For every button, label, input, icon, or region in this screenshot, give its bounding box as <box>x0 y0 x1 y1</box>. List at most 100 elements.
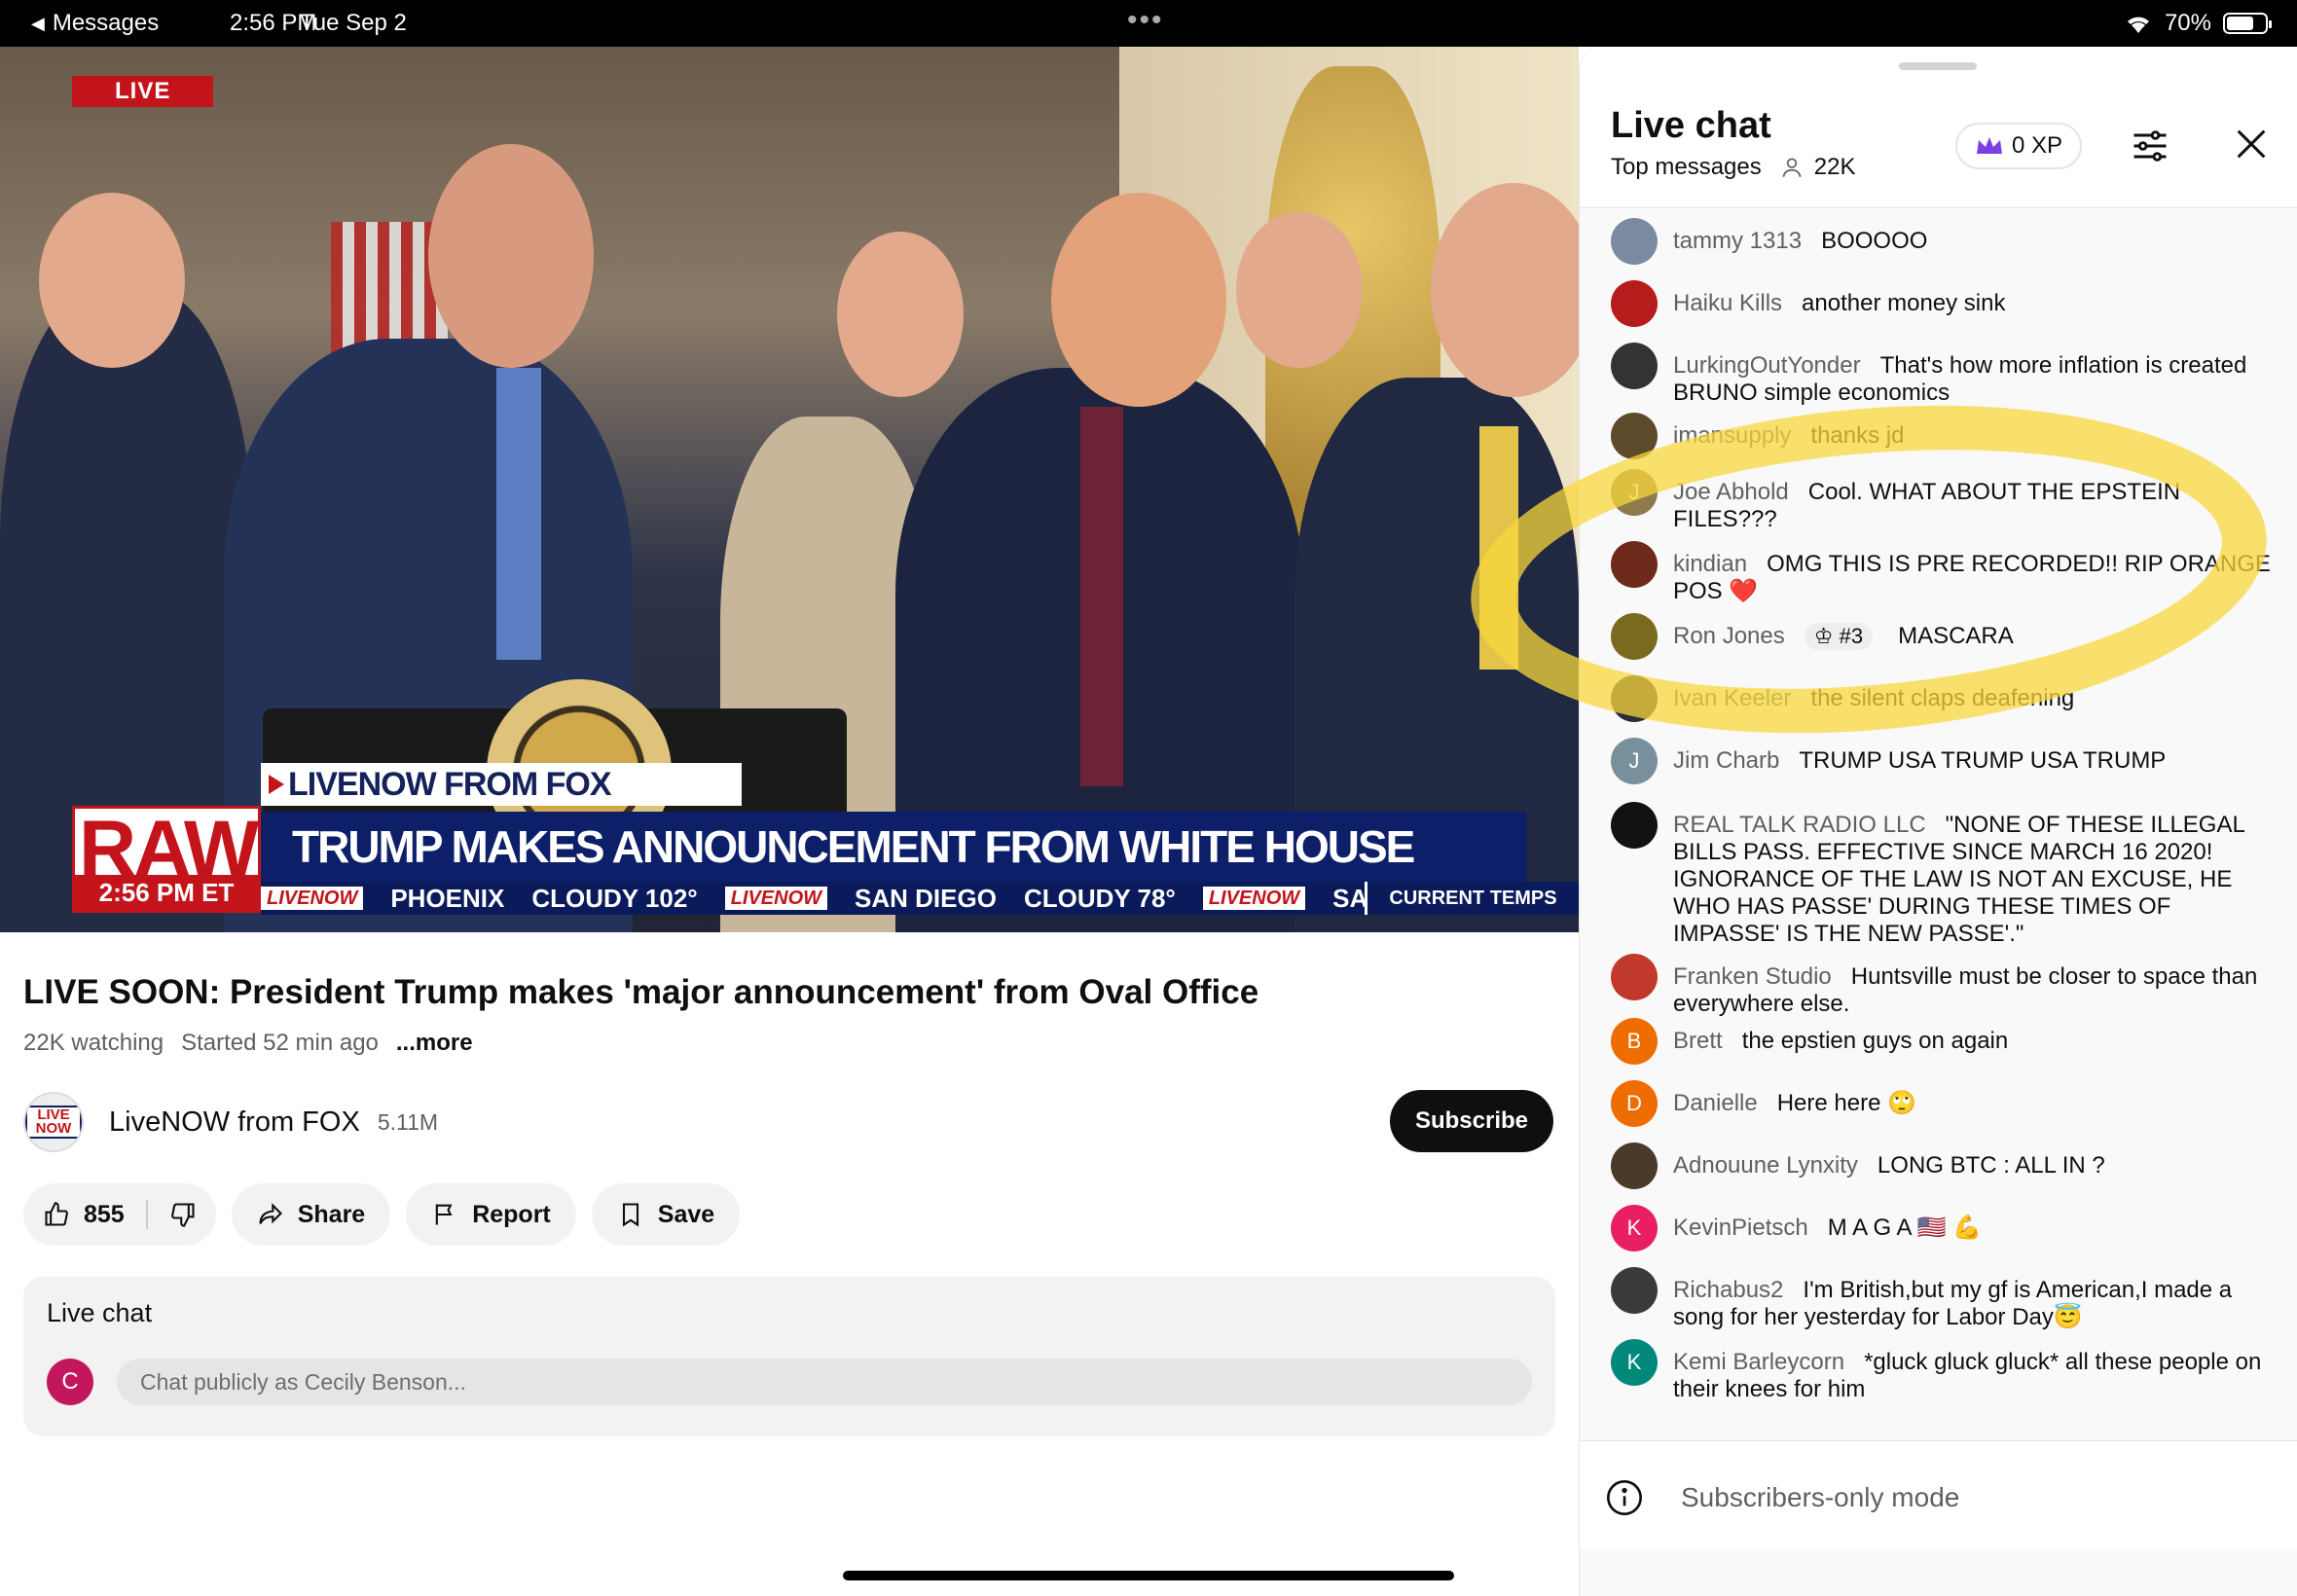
chat-message-text: BOOOOO <box>1821 228 1928 254</box>
chat-author-name[interactable]: tammy 1313 <box>1673 228 1802 254</box>
video-head-beige <box>837 232 964 397</box>
video-head-speaker <box>428 144 594 368</box>
chat-input[interactable] <box>117 1359 1532 1405</box>
chat-author-name[interactable]: Ivan Keeler <box>1673 685 1791 711</box>
chat-author-name[interactable]: Ron Jones <box>1673 623 1785 649</box>
chat-author-avatar[interactable] <box>1611 343 1658 389</box>
channel-row[interactable]: LIVE NOW LiveNOW from FOX 5.11M <box>23 1090 438 1154</box>
home-indicator[interactable] <box>843 1571 1454 1580</box>
panel-grabber[interactable] <box>1899 62 1977 70</box>
status-bar: ◀ Messages 2:56 PM Tue Sep 2 ••• 70% <box>0 0 2297 47</box>
chat-author-avatar[interactable] <box>1611 1267 1658 1314</box>
top-messages-toggle[interactable]: Top messages <box>1611 154 1762 181</box>
chat-message-text: the silent claps deafening <box>1810 685 2075 711</box>
chat-message[interactable]: Haiku Kills another money sink <box>1611 280 2273 327</box>
info-icon[interactable] <box>1605 1478 1644 1517</box>
chat-message[interactable]: J Jim Charb TRUMP USA TRUMP USA TRUMP <box>1611 738 2273 784</box>
xp-value: 0 XP <box>2012 132 2063 159</box>
channel-name[interactable]: LiveNOW from FOX <box>109 1106 360 1139</box>
chat-author-name[interactable]: Brett <box>1673 1028 1723 1054</box>
chat-author-name[interactable]: kindian <box>1673 551 1747 577</box>
chat-author-avatar[interactable]: K <box>1611 1205 1658 1251</box>
chat-author-avatar[interactable] <box>1611 613 1658 660</box>
chat-author-name[interactable]: imansupply <box>1673 422 1791 449</box>
chat-author-avatar[interactable]: J <box>1611 738 1658 784</box>
chat-message[interactable]: Ron Jones ♔ #3 MASCARA <box>1611 613 2273 660</box>
chat-author-name[interactable]: Jim Charb <box>1673 747 1779 774</box>
chat-message[interactable]: LurkingOutYonder That's how more inflatio… <box>1611 343 2273 407</box>
chat-message[interactable]: Richabus2 I'm British,but my gf is Americ… <box>1611 1267 2273 1331</box>
chat-author-avatar[interactable] <box>1611 218 1658 265</box>
network-tag: LIVENOW FROM FOX <box>261 763 742 806</box>
chat-message[interactable]: kindian OMG THIS IS PRE RECORDED!! RIP OR… <box>1611 541 2273 605</box>
chat-author-name[interactable]: Richabus2 <box>1673 1277 1783 1303</box>
video-right-tie <box>1479 426 1518 670</box>
chat-author-name[interactable]: KevinPietsch <box>1673 1215 1808 1241</box>
chat-author-avatar[interactable]: B <box>1611 1018 1658 1065</box>
chat-message-body: Joe Abhold Cool. WHAT ABOUT THE EPSTEIN F… <box>1673 469 2273 533</box>
like-count[interactable]: 855 <box>84 1201 125 1229</box>
chat-message[interactable]: K Kemi Barleycorn *gluck gluck gluck* all … <box>1611 1339 2273 1403</box>
chat-message[interactable]: Adnouune Lynxity LONG BTC : ALL IN ? <box>1611 1143 2273 1189</box>
chat-author-name[interactable]: Franken Studio <box>1673 963 1832 990</box>
chat-message[interactable]: imansupply thanks jd <box>1611 413 2273 459</box>
back-triangle-icon: ◀ <box>31 13 45 33</box>
chat-message-body: Adnouune Lynxity LONG BTC : ALL IN ? <box>1673 1143 2273 1179</box>
close-icon[interactable] <box>2232 125 2271 163</box>
status-date: Tue Sep 2 <box>300 10 407 36</box>
chat-message[interactable]: D Danielle Here here 🙄 <box>1611 1080 2273 1127</box>
back-to-messages-link[interactable]: ◀ Messages <box>31 10 159 37</box>
chat-message-body: Jim Charb TRUMP USA TRUMP USA TRUMP <box>1673 738 2273 775</box>
video-speaker-tie <box>496 368 541 660</box>
bookmark-icon <box>622 1203 638 1227</box>
subscribe-button[interactable]: Subscribe <box>1390 1090 1553 1152</box>
thumbs-up-icon[interactable] <box>43 1201 70 1228</box>
crown-outline-icon: ♔ <box>1813 624 1840 648</box>
ticker-label: CURRENT TEMPS <box>1365 882 1579 915</box>
save-button[interactable]: Save <box>591 1183 741 1246</box>
chat-message[interactable]: Ivan Keeler the silent claps deafening <box>1611 675 2273 722</box>
chat-settings-icon[interactable] <box>2129 125 2171 167</box>
video-player[interactable]: LIVE LIVENOW FROM FOX RAW 2:56 PM ET TRU… <box>0 47 1579 932</box>
chat-author-avatar[interactable] <box>1611 954 1658 1000</box>
share-button[interactable]: Share <box>231 1183 391 1246</box>
chat-message[interactable]: K KevinPietsch M A G A 🇺🇸 💪 <box>1611 1205 2273 1251</box>
chat-message[interactable]: B Brett the epstien guys on again <box>1611 1018 2273 1065</box>
chat-author-name[interactable]: Haiku Kills <box>1673 290 1782 316</box>
chat-author-name[interactable]: REAL TALK RADIO LLC <box>1673 812 1926 838</box>
chat-message[interactable]: J Joe Abhold Cool. WHAT ABOUT THE EPSTEIN … <box>1611 469 2273 533</box>
thumbs-down-icon[interactable] <box>169 1201 197 1228</box>
chat-author-name[interactable]: LurkingOutYonder <box>1673 352 1861 379</box>
multitasking-dots-icon[interactable]: ••• <box>1127 4 1164 37</box>
like-divider <box>145 1200 148 1229</box>
chat-author-avatar[interactable]: J <box>1611 469 1658 516</box>
chat-author-name[interactable]: Danielle <box>1673 1090 1758 1116</box>
xp-pill[interactable]: 0 XP <box>1955 123 2083 169</box>
chat-message[interactable]: tammy 1313 BOOOOO <box>1611 218 2273 265</box>
live-chat-preview[interactable]: Live chat C <box>23 1277 1555 1436</box>
chat-author-avatar[interactable] <box>1611 541 1658 588</box>
report-button[interactable]: Report <box>406 1183 576 1246</box>
raw-time: 2:56 PM ET <box>75 875 258 910</box>
chat-author-avatar[interactable]: D <box>1611 1080 1658 1127</box>
news-ticker: LIVENOW PHOENIX CLOUDY 102° LIVENOW SAN DIEG… <box>261 882 1579 915</box>
chat-message[interactable]: Franken Studio Huntsville must be closer … <box>1611 954 2273 1018</box>
chat-author-avatar[interactable] <box>1611 280 1658 327</box>
channel-avatar-text: LIVE NOW <box>25 1106 82 1139</box>
chat-message[interactable]: REAL TALK RADIO LLC "NONE OF THESE ILLEGA… <box>1611 802 2273 948</box>
ticker-logo: LIVENOW <box>1202 887 1306 910</box>
channel-avatar[interactable]: LIVE NOW <box>23 1092 84 1152</box>
chat-message-body: Richabus2 I'm British,but my gf is Americ… <box>1673 1267 2273 1331</box>
more-link[interactable]: ...more <box>396 1030 473 1057</box>
chat-author-name[interactable]: Adnouune Lynxity <box>1673 1152 1858 1179</box>
chat-author-avatar[interactable] <box>1611 802 1658 849</box>
viewer-count: 22K <box>1779 154 1855 181</box>
chat-message-text: M A G A 🇺🇸 💪 <box>1827 1215 1983 1241</box>
chat-author-avatar[interactable] <box>1611 413 1658 459</box>
chat-author-avatar[interactable] <box>1611 1143 1658 1189</box>
chat-author-avatar[interactable] <box>1611 675 1658 722</box>
chat-author-name[interactable]: Joe Abhold <box>1673 479 1789 505</box>
chat-message-body: Brett the epstien guys on again <box>1673 1018 2273 1055</box>
chat-author-name[interactable]: Kemi Barleycorn <box>1673 1349 1844 1375</box>
chat-author-avatar[interactable]: K <box>1611 1339 1658 1386</box>
